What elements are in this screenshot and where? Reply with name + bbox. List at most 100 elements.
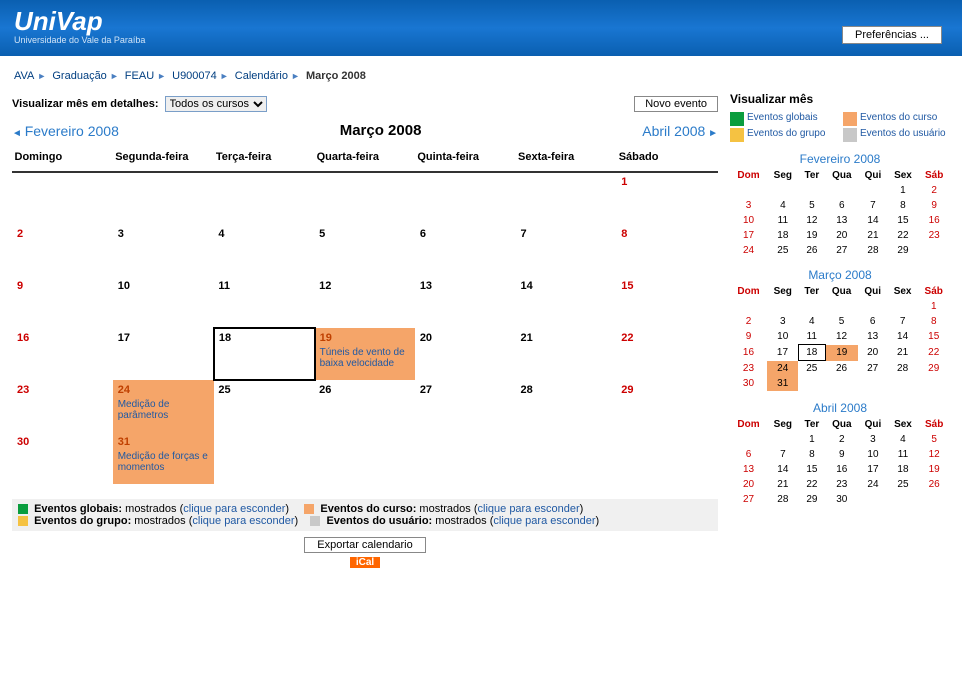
mini-day[interactable]: 21 [767,477,799,492]
mini-day[interactable]: 27 [825,243,858,258]
hide-course-link[interactable]: clique para esconder [478,503,580,515]
day-cell[interactable]: 27 [415,380,516,432]
day-cell[interactable]: 12 [315,276,416,328]
day-cell[interactable]: 28 [516,380,617,432]
day-cell[interactable]: 8 [617,224,718,276]
mini-day[interactable]: 21 [858,228,887,243]
mini-day[interactable]: 28 [767,492,799,507]
day-cell[interactable]: 20 [415,328,516,380]
mini-day[interactable]: 15 [799,462,826,477]
day-cell[interactable]: 25 [214,380,315,432]
mini-day[interactable]: 8 [918,314,950,329]
mini-day[interactable]: 29 [918,361,950,377]
mini-day[interactable]: 17 [767,345,799,361]
mini-title[interactable]: Março 2008 [730,268,950,282]
mini-day[interactable]: 6 [825,198,858,213]
mini-day[interactable]: 30 [825,492,858,507]
mini-title[interactable]: Abril 2008 [730,401,950,415]
mini-day[interactable]: 24 [730,243,767,258]
new-event-button[interactable]: Novo evento [634,96,718,112]
day-cell[interactable]: 16 [13,328,114,380]
mini-day[interactable]: 7 [858,198,887,213]
day-cell[interactable]: 15 [617,276,718,328]
day-cell[interactable]: 17 [113,328,214,380]
mini-day[interactable]: 24 [858,477,887,492]
mini-day[interactable]: 2 [918,183,950,198]
mini-day[interactable]: 29 [799,492,826,507]
day-cell[interactable]: 4 [214,224,315,276]
mini-day[interactable]: 23 [730,361,767,377]
mini-day[interactable]: 25 [767,243,799,258]
prev-month-link[interactable]: Fevereiro 2008 [12,123,119,139]
mini-day[interactable]: 12 [918,447,950,462]
mini-day[interactable]: 18 [767,228,799,243]
mini-day[interactable]: 2 [825,432,858,447]
mini-day[interactable]: 20 [730,477,767,492]
mini-day[interactable]: 13 [730,462,767,477]
mini-day[interactable]: 27 [858,361,887,377]
key-group-link[interactable]: Eventos do grupo [747,128,825,139]
crumb-graduacao[interactable]: Graduação [52,70,106,82]
key-course-link[interactable]: Eventos do curso [860,112,937,123]
mini-day[interactable]: 4 [888,432,919,447]
day-cell[interactable]: 10 [113,276,214,328]
day-cell-event[interactable]: 24Medição de parâmetros [113,380,214,432]
day-cell[interactable]: 14 [516,276,617,328]
mini-day[interactable]: 23 [825,477,858,492]
mini-day[interactable]: 6 [858,314,887,329]
event-title[interactable]: Túneis de vento de baixa velocidade [316,347,415,373]
day-cell[interactable]: 22 [617,328,718,380]
mini-day[interactable]: 30 [730,376,767,391]
day-cell[interactable]: 21 [516,328,617,380]
mini-day[interactable]: 11 [798,329,825,345]
mini-day[interactable]: 3 [730,198,767,213]
mini-day[interactable]: 14 [767,462,799,477]
day-cell-event[interactable]: 19Túneis de vento de baixa velocidade [315,328,416,380]
mini-day[interactable]: 11 [888,447,919,462]
day-cell[interactable]: 6 [415,224,516,276]
mini-day[interactable]: 6 [730,447,767,462]
mini-day[interactable]: 18 [798,345,825,361]
day-cell[interactable]: 2 [13,224,114,276]
mini-day[interactable]: 25 [798,361,825,377]
mini-day[interactable]: 12 [799,213,826,228]
mini-day[interactable]: 1 [918,299,950,314]
mini-day[interactable]: 28 [858,243,887,258]
mini-day[interactable]: 15 [918,329,950,345]
mini-day[interactable]: 16 [730,345,767,361]
key-global-link[interactable]: Eventos globais [747,112,818,123]
day-cell-today[interactable]: 18 [214,328,315,380]
event-title[interactable]: Medição de parâmetros [114,399,214,425]
mini-day[interactable]: 31 [767,376,799,391]
day-cell[interactable]: 1 [617,172,718,224]
mini-day[interactable]: 25 [888,477,919,492]
day-cell[interactable]: 29 [617,380,718,432]
mini-day[interactable]: 28 [887,361,918,377]
mini-day[interactable]: 22 [799,477,826,492]
mini-day[interactable]: 19 [799,228,826,243]
mini-day[interactable]: 5 [825,314,858,329]
mini-day[interactable]: 13 [858,329,887,345]
day-cell[interactable]: 11 [214,276,315,328]
mini-day[interactable]: 7 [887,314,918,329]
mini-title[interactable]: Fevereiro 2008 [730,152,950,166]
mini-day[interactable]: 14 [887,329,918,345]
crumb-feau[interactable]: FEAU [125,70,154,82]
mini-day[interactable]: 18 [888,462,919,477]
mini-day[interactable]: 3 [858,432,887,447]
event-title[interactable]: Medição de forças e momentos [114,451,214,477]
mini-day[interactable]: 8 [888,198,919,213]
mini-day[interactable]: 5 [799,198,826,213]
day-cell[interactable]: 23 [13,380,114,432]
day-cell[interactable]: 26 [315,380,416,432]
mini-day[interactable]: 5 [918,432,950,447]
mini-day[interactable]: 7 [767,447,799,462]
mini-day[interactable]: 10 [730,213,767,228]
mini-day[interactable]: 19 [918,462,950,477]
mini-day[interactable]: 22 [918,345,950,361]
mini-day[interactable]: 12 [825,329,858,345]
mini-day[interactable]: 3 [767,314,799,329]
mini-day[interactable]: 1 [799,432,826,447]
mini-day[interactable]: 26 [825,361,858,377]
hide-user-link[interactable]: clique para esconder [493,515,595,527]
